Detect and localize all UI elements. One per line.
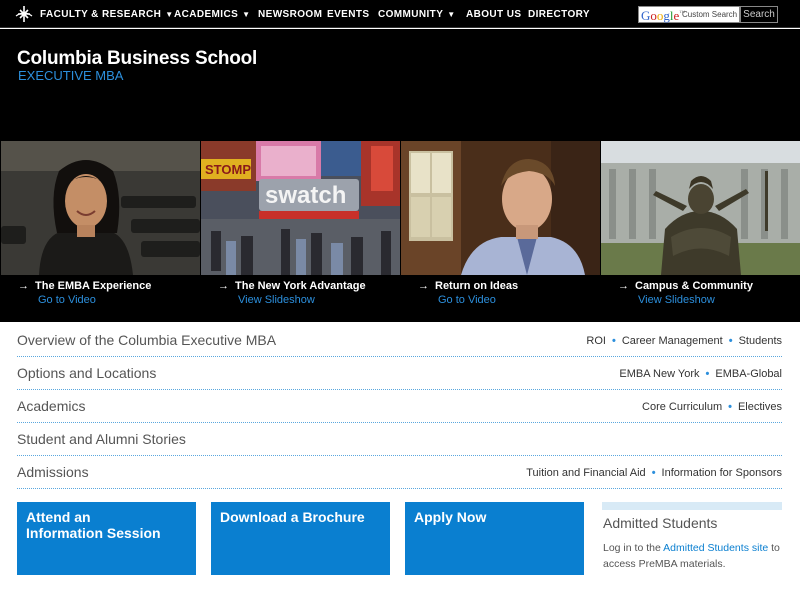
hero-strip: → The EMBA Experience Go to Video STOMP s… bbox=[0, 141, 800, 322]
nav-label: ABOUT US bbox=[466, 9, 522, 20]
hero-panel-emba-experience[interactable]: → The EMBA Experience Go to Video bbox=[1, 141, 200, 322]
nav-academics[interactable]: ACADEMICS ▼ bbox=[174, 9, 251, 20]
hero-panel-campus-community[interactable]: → Campus & Community View Slideshow bbox=[601, 141, 800, 322]
student-portrait-photo[interactable] bbox=[1, 141, 200, 275]
nav-newsroom[interactable]: NEWSROOM bbox=[258, 9, 322, 20]
hero-caption-title[interactable]: → The EMBA Experience bbox=[18, 280, 151, 292]
hero-caption-title[interactable]: → Campus & Community bbox=[618, 280, 753, 292]
admitted-text-before: Log in to the bbox=[603, 542, 664, 554]
emba-global-link[interactable]: EMBA-Global bbox=[715, 368, 782, 380]
times-square-illustration: STOMP swatch bbox=[201, 141, 400, 275]
admitted-students-text: Log in to the Admitted Students site to … bbox=[603, 540, 785, 572]
caption-text: Campus & Community bbox=[635, 280, 753, 292]
student-portrait-illustration bbox=[1, 141, 200, 275]
campus-statue-illustration bbox=[601, 141, 800, 275]
menu-sublinks: Core Curriculum • Electives bbox=[642, 401, 782, 413]
information-for-sponsors-link[interactable]: Information for Sponsors bbox=[662, 467, 782, 479]
arrow-right-icon: → bbox=[18, 280, 29, 292]
menu-row-options-locations: Options and Locations EMBA New York • EMBA… bbox=[17, 357, 782, 390]
go-to-video-link[interactable]: Go to Video bbox=[438, 294, 496, 306]
nav-about-us[interactable]: ABOUT US bbox=[466, 9, 521, 20]
caption-text: The EMBA Experience bbox=[35, 280, 152, 292]
campus-statue-photo[interactable] bbox=[601, 141, 800, 275]
nav-directory[interactable]: DIRECTORY bbox=[528, 9, 590, 20]
swatch-sign-text: swatch bbox=[265, 182, 346, 209]
cta-label: Attend an Information Session bbox=[26, 509, 161, 541]
roi-link[interactable]: ROI bbox=[586, 335, 606, 347]
nav-label: NEWSROOM bbox=[258, 9, 323, 20]
cta-label: Download a Brochure bbox=[220, 509, 365, 525]
speaker-portrait-photo[interactable] bbox=[401, 141, 600, 275]
caption-text: Return on Ideas bbox=[435, 280, 519, 292]
menu-sublinks: Tuition and Financial Aid • Information fo… bbox=[526, 467, 782, 479]
students-link[interactable]: Students bbox=[739, 335, 782, 347]
arrow-right-icon: → bbox=[618, 280, 629, 292]
view-slideshow-link[interactable]: View Slideshow bbox=[238, 294, 315, 306]
times-square-photo[interactable]: STOMP swatch bbox=[201, 141, 400, 275]
stomp-sign-text: STOMP bbox=[205, 162, 251, 177]
nav-community[interactable]: COMMUNITY ▼ bbox=[378, 9, 456, 20]
menu-title-academics[interactable]: Academics bbox=[17, 398, 85, 414]
menu-sublinks: EMBA New York • EMBA-Global bbox=[619, 368, 782, 380]
caret-down-icon: ▼ bbox=[165, 10, 174, 19]
arrow-right-icon: → bbox=[418, 280, 429, 292]
hero-panel-new-york[interactable]: STOMP swatch → The New York Advantage Vi… bbox=[201, 141, 400, 322]
menu-row-academics: Academics Core Curriculum • Electives bbox=[17, 390, 782, 423]
emba-new-york-link[interactable]: EMBA New York bbox=[619, 368, 699, 380]
menu-title-admissions[interactable]: Admissions bbox=[17, 464, 89, 480]
hero-caption-title[interactable]: → Return on Ideas bbox=[418, 280, 518, 292]
nav-label: ACADEMICS bbox=[174, 9, 239, 20]
custom-search-label: Custom Search bbox=[682, 10, 738, 19]
core-curriculum-link[interactable]: Core Curriculum bbox=[642, 401, 722, 413]
menu-title-options-locations[interactable]: Options and Locations bbox=[17, 365, 156, 381]
menu-title-overview[interactable]: Overview of the Columbia Executive MBA bbox=[17, 332, 276, 348]
nav-events[interactable]: EVENTS bbox=[327, 9, 369, 20]
electives-link[interactable]: Electives bbox=[738, 401, 782, 413]
nav-faculty-research[interactable]: FACULTY & RESEARCH ▼ bbox=[40, 9, 174, 20]
view-slideshow-link[interactable]: View Slideshow bbox=[638, 294, 715, 306]
tuition-financial-aid-link[interactable]: Tuition and Financial Aid bbox=[526, 467, 645, 479]
bullet-separator: • bbox=[611, 335, 616, 347]
google-logo: Google™ bbox=[641, 8, 685, 24]
bullet-separator: • bbox=[651, 467, 656, 479]
go-to-video-link[interactable]: Go to Video bbox=[38, 294, 96, 306]
nav-label: COMMUNITY bbox=[378, 9, 444, 20]
columbia-logo-icon[interactable] bbox=[14, 5, 34, 23]
caret-down-icon: ▼ bbox=[242, 10, 251, 19]
admitted-students-box: Admitted Students Log in to the Admitted… bbox=[602, 502, 782, 575]
top-navigation-bar: FACULTY & RESEARCH ▼ ACADEMICS ▼ NEWSROOM … bbox=[0, 0, 800, 28]
admitted-students-title: Admitted Students bbox=[603, 515, 718, 531]
nav-label: FACULTY & RESEARCH bbox=[40, 9, 162, 20]
google-logo-text: Google bbox=[641, 8, 680, 23]
career-management-link[interactable]: Career Management bbox=[622, 335, 723, 347]
caption-text: The New York Advantage bbox=[235, 280, 366, 292]
bullet-separator: • bbox=[705, 368, 710, 380]
speaker-portrait-illustration bbox=[401, 141, 600, 275]
attend-info-session-button[interactable]: Attend an Information Session bbox=[17, 502, 196, 575]
menu-title-stories[interactable]: Student and Alumni Stories bbox=[17, 431, 186, 447]
admitted-accent-bar bbox=[602, 502, 782, 510]
bullet-separator: • bbox=[728, 335, 733, 347]
menu-sublinks: ROI • Career Management • Students bbox=[586, 335, 782, 347]
menu-row-stories: Student and Alumni Stories bbox=[17, 423, 782, 456]
nav-label: DIRECTORY bbox=[528, 9, 590, 20]
program-subtitle[interactable]: EXECUTIVE MBA bbox=[18, 68, 123, 83]
download-brochure-button[interactable]: Download a Brochure bbox=[211, 502, 390, 575]
apply-now-button[interactable]: Apply Now bbox=[405, 502, 584, 575]
menu-row-admissions: Admissions Tuition and Financial Aid • Inf… bbox=[17, 456, 782, 489]
cta-label: Apply Now bbox=[414, 509, 487, 525]
search-button[interactable]: Search bbox=[740, 6, 778, 23]
hero-caption-title[interactable]: → The New York Advantage bbox=[218, 280, 366, 292]
menu-row-overview: Overview of the Columbia Executive MBA R… bbox=[17, 324, 782, 357]
bullet-separator: • bbox=[728, 401, 732, 413]
hero-panel-return-on-ideas[interactable]: → Return on Ideas Go to Video bbox=[401, 141, 600, 322]
school-title[interactable]: Columbia Business School bbox=[17, 48, 257, 70]
nav-label: EVENTS bbox=[327, 9, 370, 20]
search-input[interactable]: Google™ Custom Search bbox=[638, 6, 740, 23]
admitted-students-site-link[interactable]: Admitted Students site bbox=[663, 542, 768, 554]
site-header: Columbia Business School EXECUTIVE MBA bbox=[0, 29, 800, 141]
arrow-right-icon: → bbox=[218, 280, 229, 292]
caret-down-icon: ▼ bbox=[447, 10, 456, 19]
